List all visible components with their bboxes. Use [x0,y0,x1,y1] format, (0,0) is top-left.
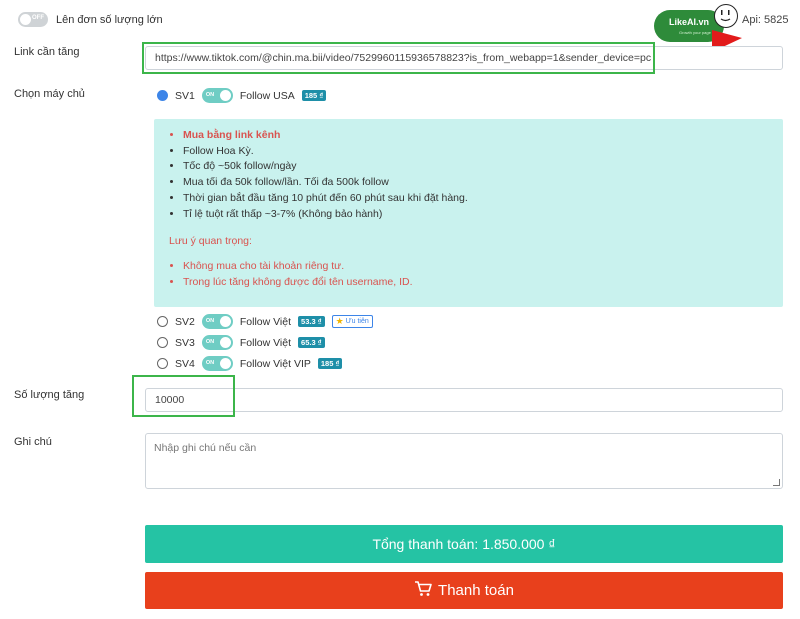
note-label: Ghi chú [14,436,52,448]
price-badge: 185 ₫ [301,90,327,101]
logo-tagline: Growth your page [679,30,711,35]
quantity-label: Số lượng tăng [14,389,85,401]
star-icon: ★ [335,316,344,326]
quantity-highlight-box [132,375,235,417]
info-list: Mua bằng link kênh Follow Hoa Kỳ. Tốc độ… [183,128,468,222]
server-name: Follow Việt [239,336,292,349]
toggle-sv2[interactable]: ON [201,314,233,329]
radio-sv3[interactable] [157,337,168,348]
server-option-sv1[interactable]: SV1 ON Follow USA 185 ₫ [157,88,327,103]
price-badge: 65.3 ₫ [298,337,325,348]
server-id: SV4 [175,357,195,370]
price-badge: 53.3 ₫ [298,316,325,327]
server-id: SV3 [175,336,195,349]
radio-sv2[interactable] [157,316,168,327]
toggle-knob [20,14,31,25]
likeai-logo: LikeAI.vn Growth your page [654,4,754,52]
note-textarea[interactable]: Nhập ghi chú nếu cần [145,433,783,489]
server-option-sv4[interactable]: SV4 ON Follow Việt VIP 185 ₫ [157,356,343,371]
server-name: Follow USA [239,89,295,102]
cart-icon [414,580,432,601]
server-id: SV2 [175,315,195,328]
pay-button[interactable]: Thanh toán [145,572,783,609]
info-item: Mua tối đa 50k follow/lần. Tối đa 500k f… [183,175,468,191]
note-item: Không mua cho tài khoản riêng tư. [183,259,412,275]
api-balance: Api: 5825 [742,14,789,26]
info-item: Follow Hoa Kỳ. [183,144,468,160]
toggle-knob [219,90,231,101]
total-payment-button[interactable]: Tổng thanh toán: 1.850.000 ₫ [145,525,783,563]
bulk-order-row: OFF Lên đơn số lượng lớn [18,12,163,27]
info-item: Tỉ lệ tuột rất thấp ~3-7% (Không bảo hàn… [183,207,468,223]
info-item: Tốc độ ~50k follow/ngày [183,159,468,175]
quantity-input[interactable]: 10000 [145,388,783,412]
toggle-sv3[interactable]: ON [201,335,233,350]
link-label: Link cần tăng [14,46,80,58]
server-label: Chọn máy chủ [14,88,85,100]
info-item: Thời gian bắt đầu tăng 10 phút đến 60 ph… [183,191,468,207]
smiley-face-icon [714,4,738,28]
note-item: Trong lúc tăng không được đổi tên userna… [183,275,412,291]
toggle-knob [219,316,231,327]
toggle-sv1[interactable]: ON [201,88,233,103]
toggle-state-text: ON [205,318,215,324]
price-badge: 185 ₫ [317,358,343,369]
toggle-knob [219,358,231,369]
radio-sv1[interactable] [157,90,168,101]
server-info-box: Mua bằng link kênh Follow Hoa Kỳ. Tốc độ… [154,119,783,307]
note-placeholder: Nhập ghi chú nếu cần [154,442,257,454]
server-option-sv3[interactable]: SV3 ON Follow Việt 65.3 ₫ [157,335,325,350]
toggle-state-text: ON [205,339,215,345]
bulk-order-toggle[interactable]: OFF [18,12,48,27]
bulk-order-label: Lên đơn số lượng lớn [56,13,163,26]
toggle-state-text: OFF [32,15,44,21]
logo-text: LikeAI.vn [668,17,709,27]
toggle-sv4[interactable]: ON [201,356,233,371]
total-payment-text: Tổng thanh toán: 1.850.000 ₫ [372,536,556,552]
toggle-state-text: ON [205,92,215,98]
note-title: Lưu ý quan trọng: [169,235,252,247]
link-highlight-box [142,42,655,74]
priority-text: Ưu tiên [345,318,369,325]
resize-handle-icon[interactable] [773,479,780,486]
server-name: Follow Việt [239,315,292,328]
toggle-knob [219,337,231,348]
server-name: Follow Việt VIP [239,357,311,370]
radio-sv4[interactable] [157,358,168,369]
server-id: SV1 [175,89,195,102]
toggle-state-text: ON [205,360,215,366]
server-option-sv2[interactable]: SV2 ON Follow Việt 53.3 ₫ ★ Ưu tiên [157,314,373,329]
notes-list: Không mua cho tài khoản riêng tư. Trong … [183,259,412,290]
pay-label: Thanh toán [438,582,514,599]
info-item: Mua bằng link kênh [183,128,468,144]
priority-badge: ★ Ưu tiên [331,315,373,328]
